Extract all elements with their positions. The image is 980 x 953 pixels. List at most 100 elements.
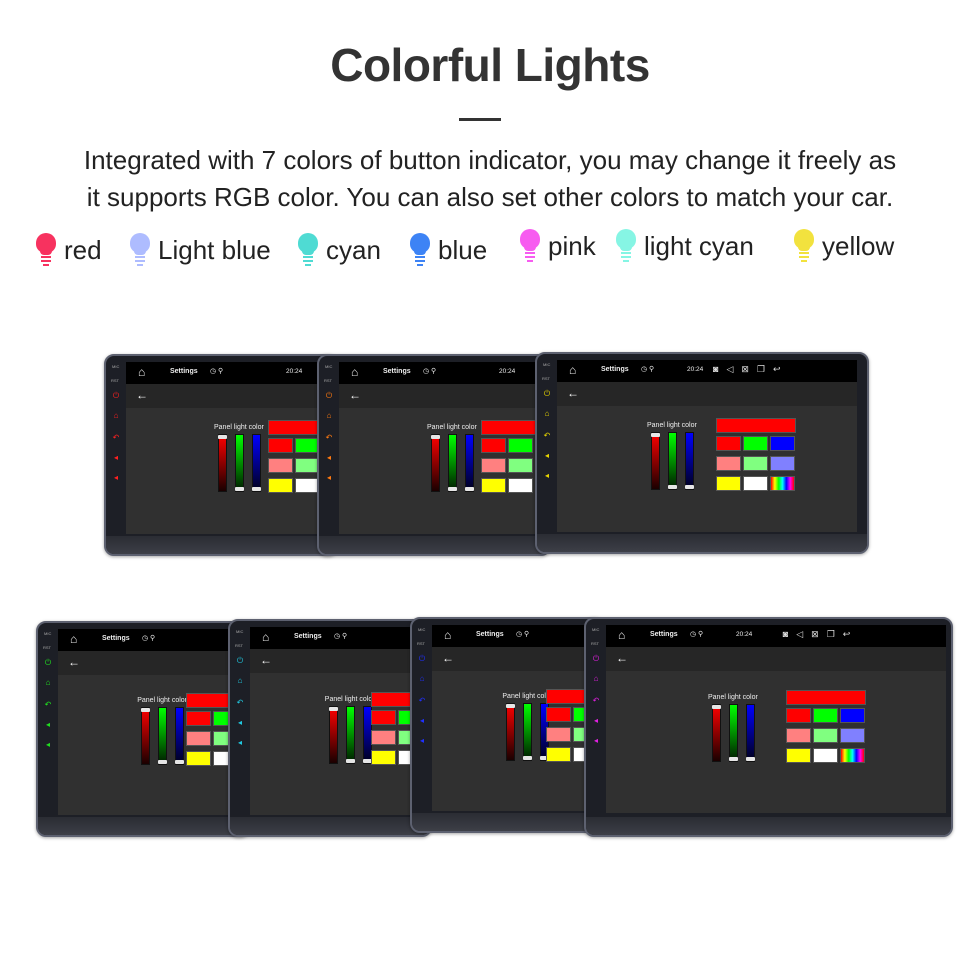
back-icon[interactable]: ↶ — [236, 699, 244, 707]
back-arrow-icon[interactable]: ← — [68, 655, 80, 669]
power-icon[interactable]: ⏻ — [418, 655, 426, 663]
color-swatch[interactable] — [508, 478, 533, 494]
red-slider[interactable] — [506, 703, 516, 762]
home-icon[interactable]: ⌂ — [138, 366, 150, 378]
color-swatch[interactable] — [545, 707, 571, 723]
color-swatch[interactable] — [813, 727, 839, 743]
swatch-wide-red[interactable] — [716, 418, 796, 434]
volume-down-icon[interactable]: ◂ — [325, 474, 333, 482]
home-icon[interactable]: ⌂ — [618, 629, 630, 641]
close-app-icon[interactable]: ⊠ — [741, 364, 757, 374]
home-icon[interactable]: ⌂ — [444, 629, 456, 641]
color-swatch[interactable] — [770, 456, 795, 472]
back-icon[interactable]: ↶ — [418, 697, 426, 705]
color-swatch[interactable] — [770, 476, 795, 492]
home-icon[interactable]: ⌂ — [112, 412, 120, 420]
red-slider[interactable] — [651, 432, 660, 491]
color-swatch[interactable] — [268, 458, 293, 474]
color-swatch[interactable] — [268, 478, 293, 494]
slider-thumb[interactable] — [218, 435, 227, 440]
blue-slider[interactable] — [252, 434, 261, 493]
color-swatch[interactable] — [743, 476, 768, 492]
color-swatch[interactable] — [840, 707, 866, 723]
back-icon[interactable]: ↶ — [112, 434, 120, 442]
red-slider[interactable] — [141, 707, 151, 766]
slider-thumb[interactable] — [235, 487, 244, 492]
color-swatch[interactable] — [813, 707, 839, 723]
color-swatch[interactable] — [370, 729, 396, 745]
green-slider[interactable] — [158, 707, 168, 766]
color-swatch[interactable] — [481, 458, 506, 474]
slider-thumb[interactable] — [158, 760, 168, 765]
blue-slider[interactable] — [685, 432, 694, 491]
color-swatch[interactable] — [786, 727, 812, 743]
green-slider[interactable] — [345, 705, 355, 764]
color-swatch[interactable] — [716, 476, 741, 492]
color-swatch[interactable] — [743, 436, 768, 452]
swatch-wide-red[interactable] — [786, 689, 867, 705]
slider-thumb[interactable] — [651, 433, 660, 438]
blue-slider[interactable] — [175, 707, 185, 766]
reset-button[interactable]: RST — [43, 645, 51, 650]
green-slider[interactable] — [448, 434, 457, 493]
volume-down-icon[interactable]: ◂ — [236, 739, 244, 747]
slider-thumb[interactable] — [668, 485, 677, 490]
reset-button[interactable]: RST — [235, 643, 243, 648]
reset-button[interactable]: RST — [591, 641, 599, 646]
back-arrow-icon[interactable]: ← — [349, 388, 361, 402]
volume-down-icon[interactable]: ◂ — [44, 741, 52, 749]
color-swatch[interactable] — [481, 438, 506, 454]
home-icon[interactable]: ⌂ — [592, 675, 600, 683]
camera-icon[interactable]: ◙ — [783, 629, 796, 639]
home-icon[interactable]: ⌂ — [44, 679, 52, 687]
volume-up-icon[interactable]: ◂ — [325, 454, 333, 462]
home-icon[interactable]: ⌂ — [351, 366, 363, 378]
color-swatch[interactable] — [840, 727, 866, 743]
volume-up-icon[interactable]: ◂ — [543, 452, 551, 460]
camera-icon[interactable]: ◙ — [713, 364, 726, 374]
color-swatch[interactable] — [770, 436, 795, 452]
home-icon[interactable]: ⌂ — [325, 412, 333, 420]
volume-down-icon[interactable]: ◂ — [543, 472, 551, 480]
return-icon[interactable]: ↩ — [843, 629, 859, 639]
home-icon[interactable]: ⌂ — [543, 410, 551, 418]
reset-button[interactable]: RST — [542, 376, 550, 381]
return-icon[interactable]: ↩ — [773, 364, 789, 374]
green-slider[interactable] — [729, 703, 738, 762]
slider-thumb[interactable] — [506, 704, 516, 709]
reset-button[interactable]: RST — [111, 378, 119, 383]
close-app-icon[interactable]: ⊠ — [811, 629, 827, 639]
red-slider[interactable] — [218, 434, 227, 493]
back-icon[interactable]: ↶ — [592, 697, 600, 705]
red-slider[interactable] — [712, 703, 721, 762]
slider-thumb[interactable] — [712, 704, 721, 709]
color-swatch[interactable] — [185, 731, 211, 747]
color-swatch[interactable] — [370, 709, 396, 725]
color-swatch[interactable] — [481, 478, 506, 494]
recent-apps-icon[interactable]: ❐ — [757, 364, 773, 374]
green-slider[interactable] — [523, 703, 533, 762]
color-swatch[interactable] — [786, 747, 812, 763]
slider-thumb[interactable] — [431, 435, 440, 440]
color-swatch[interactable] — [268, 438, 293, 454]
color-swatch[interactable] — [716, 436, 741, 452]
green-slider[interactable] — [668, 432, 677, 491]
slider-thumb[interactable] — [523, 756, 533, 761]
color-swatch[interactable] — [508, 438, 533, 454]
green-slider[interactable] — [235, 434, 244, 493]
slider-thumb[interactable] — [448, 487, 457, 492]
home-icon[interactable]: ⌂ — [262, 631, 274, 643]
back-icon[interactable]: ↶ — [325, 434, 333, 442]
color-swatch[interactable] — [716, 456, 741, 472]
volume-down-icon[interactable]: ◂ — [112, 474, 120, 482]
power-icon[interactable]: ⏻ — [325, 392, 333, 400]
home-icon[interactable]: ⌂ — [236, 677, 244, 685]
volume-up-icon[interactable]: ◂ — [418, 717, 426, 725]
recent-apps-icon[interactable]: ❐ — [827, 629, 843, 639]
color-swatch[interactable] — [743, 456, 768, 472]
back-icon[interactable]: ↶ — [543, 432, 551, 440]
volume-icon[interactable]: ◁ — [726, 364, 741, 374]
red-slider[interactable] — [328, 705, 338, 764]
home-icon[interactable]: ⌂ — [70, 633, 82, 645]
back-arrow-icon[interactable]: ← — [260, 653, 272, 667]
